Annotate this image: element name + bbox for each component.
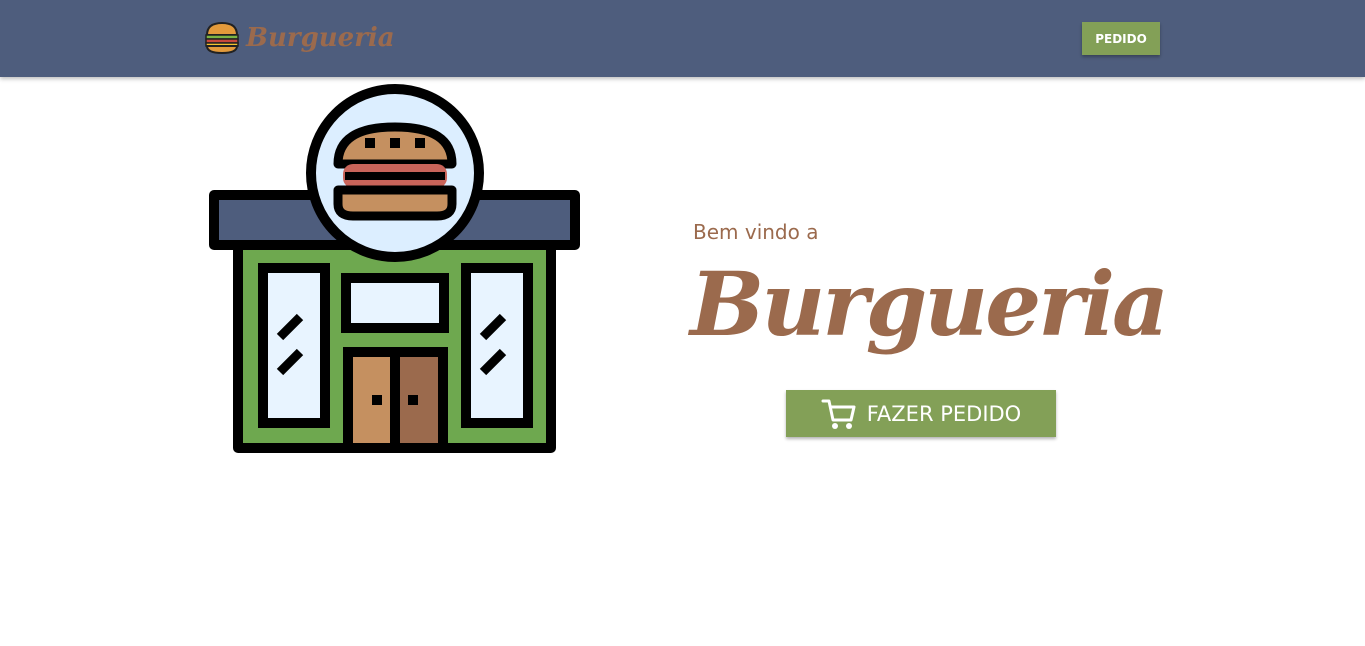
brand-link[interactable]: Burgueria xyxy=(204,20,395,56)
order-button[interactable]: PEDIDO xyxy=(1082,22,1160,55)
cart-icon xyxy=(821,399,856,429)
brand-name: Burgueria xyxy=(246,23,395,53)
burger-shop-icon xyxy=(209,84,580,453)
navbar: Burgueria PEDIDO xyxy=(0,0,1365,77)
hero-title: Burgueria xyxy=(690,252,1169,356)
welcome-text: Bem vindo a xyxy=(693,220,819,244)
burger-icon xyxy=(205,21,239,55)
place-order-label: FAZER PEDIDO xyxy=(866,401,1022,426)
place-order-button[interactable]: FAZER PEDIDO xyxy=(786,390,1056,437)
